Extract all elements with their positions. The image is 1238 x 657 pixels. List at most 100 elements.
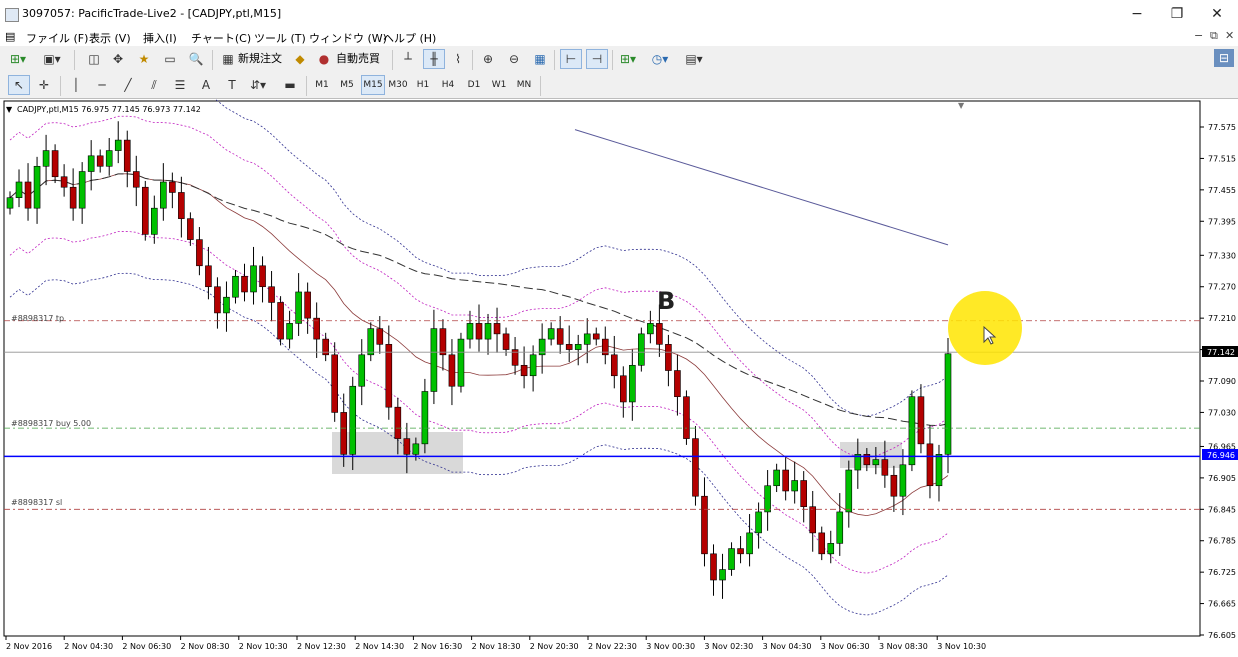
- mdi-restore-button[interactable]: ⧉: [1210, 29, 1218, 43]
- x-tick-label: 3 Nov 00:30: [646, 642, 695, 651]
- candle-bull: [286, 323, 293, 340]
- y-tick-label: 77.330: [1208, 251, 1236, 260]
- tile-windows-icon[interactable]: ▦: [530, 49, 550, 69]
- line-chart-icon[interactable]: ⌇: [448, 49, 468, 69]
- x-tick-label: 3 Nov 02:30: [704, 642, 753, 651]
- auto-trading-button[interactable]: 自動売買: [336, 50, 380, 66]
- candle-bear: [304, 291, 311, 319]
- chart-collapse-icon[interactable]: ▼: [6, 105, 13, 114]
- minimize-button[interactable]: −: [1122, 4, 1152, 24]
- candle-bull: [6, 197, 14, 209]
- y-tick-label: 77.270: [1208, 283, 1236, 292]
- indicators-icon[interactable]: ⊞▾: [618, 49, 638, 69]
- candle-bull: [827, 543, 835, 555]
- timeframe-m15[interactable]: M15: [361, 75, 385, 95]
- terminal-icon[interactable]: ▭: [160, 49, 180, 69]
- navigator-icon[interactable]: ★: [134, 49, 154, 69]
- new-order-icon[interactable]: ▦: [218, 49, 238, 69]
- chart-shift-marker-icon[interactable]: ▼: [958, 101, 965, 110]
- menu-tools[interactable]: ツール (T): [254, 30, 306, 46]
- data-window-icon[interactable]: ✥: [108, 49, 128, 69]
- timeframe-w1[interactable]: W1: [488, 75, 510, 95]
- text-icon[interactable]: A: [196, 75, 216, 95]
- candle-bull: [114, 139, 122, 151]
- menu-chart[interactable]: チャート(C): [191, 30, 251, 46]
- candle-bull: [367, 328, 375, 356]
- candle-bull: [773, 469, 780, 487]
- candle-bear: [656, 323, 663, 345]
- candle-bear: [692, 438, 699, 497]
- timeframe-mn[interactable]: MN: [513, 75, 535, 95]
- close-button[interactable]: ✕: [1202, 4, 1232, 24]
- horizontal-line-icon[interactable]: ─: [92, 75, 112, 95]
- line-price-label: 76.946: [1207, 451, 1235, 460]
- x-tick-label: 2 Nov 14:30: [355, 642, 404, 651]
- bar-chart-icon[interactable]: ┴: [398, 49, 418, 69]
- timeframe-m30[interactable]: M30: [387, 75, 409, 95]
- timeframe-m5[interactable]: M5: [336, 75, 358, 95]
- shapes-icon[interactable]: ▬: [280, 75, 300, 95]
- drawing-toolbar: ↖ ✛ │ ─ ╱ ⫽ ☰ A T ⇵▾ ▬ M1 M5 M15 M30 H1 …: [0, 73, 1238, 99]
- candle-bear: [565, 344, 573, 350]
- candlestick-icon[interactable]: ╫: [423, 49, 445, 69]
- menu-file-icon[interactable]: ▤: [5, 30, 15, 43]
- candle-bull: [719, 569, 726, 581]
- candle-bear: [818, 532, 826, 555]
- timeframe-d1[interactable]: D1: [463, 75, 485, 95]
- mdi-minimize-button[interactable]: −: [1194, 29, 1203, 42]
- timeframe-h4[interactable]: H4: [437, 75, 459, 95]
- tester-icon[interactable]: 🔍: [186, 49, 206, 69]
- candle-bull: [647, 323, 654, 335]
- periods-icon[interactable]: ◷▾: [650, 49, 670, 69]
- profiles-icon[interactable]: ▣▾: [42, 49, 62, 69]
- candle-bull: [358, 354, 366, 387]
- candle-bull: [430, 328, 438, 392]
- x-tick-label: 2 Nov 16:30: [413, 642, 462, 651]
- menu-view[interactable]: 表示 (V): [89, 30, 131, 46]
- candle-bear: [890, 474, 898, 497]
- candle-bull: [457, 338, 465, 387]
- market-watch-icon[interactable]: ◫: [84, 49, 104, 69]
- metaeditor-icon[interactable]: ◆: [290, 49, 310, 69]
- timeframe-h1[interactable]: H1: [412, 75, 434, 95]
- candle-bull: [87, 155, 95, 172]
- templates-icon[interactable]: ▤▾: [684, 49, 704, 69]
- crosshair-icon[interactable]: ✛: [34, 75, 54, 95]
- candle-bull: [223, 296, 230, 314]
- new-chart-icon[interactable]: ⊞▾: [8, 49, 28, 69]
- chart-shift-icon[interactable]: ⊣: [586, 49, 608, 69]
- candle-bull: [250, 265, 257, 293]
- candle-bear: [123, 139, 131, 172]
- auto-scroll-icon[interactable]: ⊢: [560, 49, 582, 69]
- y-tick-label: 77.210: [1208, 314, 1236, 323]
- trendline-icon[interactable]: ╱: [118, 75, 138, 95]
- vertical-line-icon[interactable]: │: [66, 75, 86, 95]
- cursor-icon[interactable]: ↖: [8, 75, 30, 95]
- candle-bear: [800, 480, 807, 507]
- timeframe-m1[interactable]: M1: [311, 75, 333, 95]
- candle-bear: [737, 548, 744, 555]
- candle-bear: [475, 323, 483, 340]
- candle-bear: [520, 364, 528, 377]
- arrows-icon[interactable]: ⇵▾: [248, 75, 268, 95]
- signals-icon[interactable]: ⊟: [1214, 49, 1234, 67]
- candle-bull: [791, 480, 798, 492]
- maximize-button[interactable]: ❐: [1162, 4, 1192, 24]
- menu-window[interactable]: ウィンドウ (W): [309, 30, 387, 46]
- menu-insert[interactable]: 挿入(I): [143, 30, 177, 46]
- menu-help[interactable]: ヘルプ (H): [383, 30, 436, 46]
- menu-file[interactable]: ファイル (F): [26, 30, 88, 46]
- candle-bear: [51, 150, 59, 178]
- candle-bull: [529, 354, 537, 377]
- mdi-close-button[interactable]: ✕: [1225, 29, 1234, 42]
- channel-icon[interactable]: ⫽: [144, 75, 164, 95]
- candle-bull: [412, 443, 420, 455]
- auto-trading-icon[interactable]: ●: [314, 49, 334, 69]
- price-chart[interactable]: 77.575 77.515 77.455 77.395 77.330 77.270 77.2…: [0, 99, 1238, 657]
- fibonacci-icon[interactable]: ☰: [170, 75, 190, 95]
- new-order-button[interactable]: 新規注文: [238, 50, 282, 66]
- zoom-in-icon[interactable]: ⊕: [478, 49, 498, 69]
- candle-bear: [782, 469, 789, 492]
- zoom-out-icon[interactable]: ⊖: [504, 49, 524, 69]
- text-label-icon[interactable]: T: [222, 75, 242, 95]
